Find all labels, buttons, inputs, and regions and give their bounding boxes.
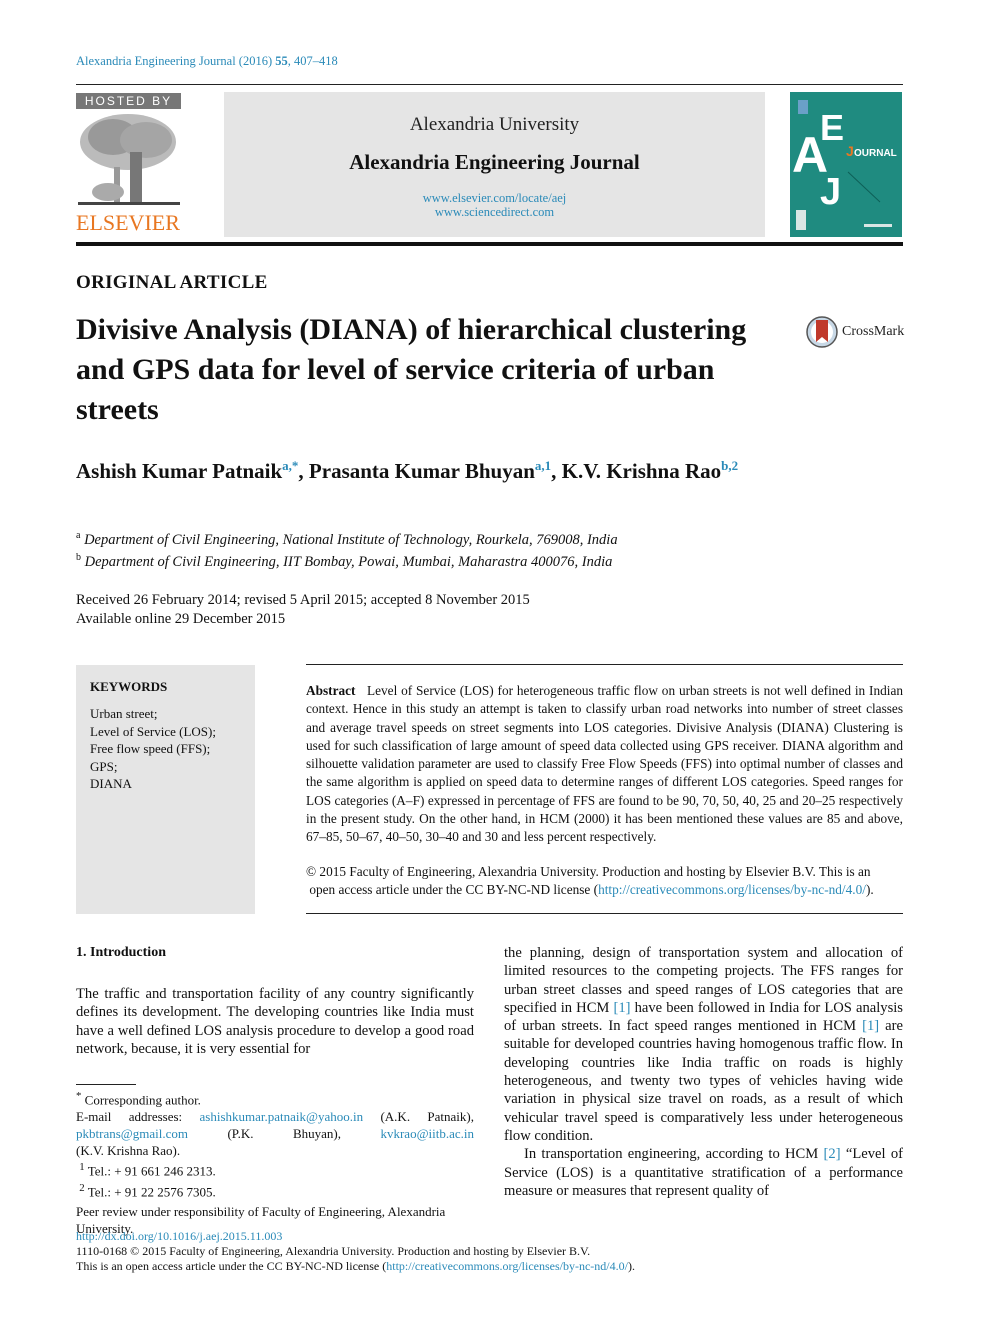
crossmark-icon [806, 316, 838, 348]
author-name[interactable]: Ashish Kumar Patnaik [76, 459, 282, 483]
email-addresses-line1: E-mail addresses: ashishkumar.patnaik@ya… [76, 1109, 474, 1125]
footer-license-link[interactable]: http://creativecommons.org/licenses/by-n… [386, 1259, 628, 1273]
section-heading-introduction: 1. Introduction [76, 945, 166, 960]
email-addresses-line2: pkbtrans@gmail.com (P.K. Bhuyan), kvkrao… [76, 1126, 475, 1142]
intro-right-column: the planning, design of transportation s… [504, 945, 903, 1199]
article-title: Divisive Analysis (DIANA) of hierarchica… [76, 313, 747, 426]
header-rule [76, 84, 903, 85]
keywords-heading: KEYWORDS [90, 679, 168, 694]
tel-note-1: 1 Tel.: + 91 661 246 2313. [79, 1161, 216, 1179]
crossmark-label: CrossMark [842, 324, 905, 339]
author-name[interactable]: K.V. Krishna Rao [562, 459, 721, 483]
available-online-date: Available online 29 December 2015 [76, 611, 286, 627]
keyword-item: Free flow speed (FFS); [90, 741, 211, 756]
journal-volume: 55 [275, 54, 288, 68]
abstract-copyright: © 2015 Faculty of Engineering, Alexandri… [306, 864, 874, 898]
page-footer: http://dx.doi.org/10.1016/j.aej.2015.11.… [76, 1229, 635, 1273]
corresponding-author-note: * Corresponding author. [76, 1090, 201, 1108]
header-thick-rule [76, 242, 903, 246]
email-addresses-line3: (K.V. Krishna Rao). [76, 1143, 181, 1159]
abstract-body: Abstract Level of Service (LOS) for hete… [306, 682, 903, 847]
author-affiliation-mark[interactable]: b,2 [721, 458, 738, 473]
citation-link[interactable]: [2] [824, 1146, 841, 1162]
footnotes: * Corresponding author. E-mail addresses… [76, 1088, 474, 1237]
citation-link[interactable]: [1] [862, 1018, 879, 1034]
author-name[interactable]: Prasanta Kumar Bhuyan [309, 459, 535, 483]
svg-text:OURNAL: OURNAL [854, 148, 897, 159]
journal-banner: Alexandria University Alexandria Enginee… [224, 92, 765, 237]
keyword-item: GPS; [90, 758, 118, 774]
issn-line: 1110-0168 © 2015 Faculty of Engineering,… [76, 1244, 591, 1258]
abstract-bottom-rule [306, 913, 903, 914]
email-link[interactable]: pkbtrans@gmail.com [76, 1126, 188, 1141]
keyword-item: Level of Service (LOS); [90, 723, 216, 739]
tel-note-2: 2 Tel.: + 91 22 2576 7305. [79, 1181, 216, 1199]
received-dates: Received 26 February 2014; revised 5 Apr… [76, 592, 530, 608]
affiliation-item: b Department of Civil Engineering, IIT B… [76, 551, 613, 570]
footnote-rule [76, 1084, 136, 1085]
article-type: ORIGINAL ARTICLE [76, 272, 268, 293]
email-link[interactable]: kvkrao@iitb.ac.in [380, 1126, 474, 1141]
keywords-box: KEYWORDS Urban street; Level of Service … [76, 665, 255, 914]
article-history: Received 26 February 2014; revised 5 Apr… [76, 591, 530, 629]
abstract-top-rule [306, 664, 903, 665]
abstract-label: Abstract [306, 683, 356, 698]
keyword-item: DIANA [90, 776, 132, 791]
email-link[interactable]: ashishkumar.patnaik@yahoo.in [200, 1109, 364, 1124]
svg-text:E: E [820, 107, 844, 148]
journal-reference[interactable]: Alexandria Engineering Journal (2016) 55… [76, 54, 338, 69]
hosted-by-label: HOSTED BY [76, 93, 181, 109]
elsevier-wordmark: ELSEVIER [76, 210, 180, 235]
author-affiliation-mark[interactable]: a,1 [535, 458, 551, 473]
keyword-item: Urban street; [90, 706, 158, 721]
author-affiliation-mark[interactable]: a,* [282, 458, 298, 473]
journal-ref-prefix: Alexandria Engineering Journal (2016) [76, 54, 276, 68]
intro-left-paragraph: The traffic and transportation facility … [76, 986, 474, 1057]
citation-link[interactable]: [1] [613, 1000, 630, 1016]
journal-pages: , 407–418 [287, 54, 338, 68]
affiliation-item: a Department of Civil Engineering, Natio… [76, 530, 618, 548]
crossmark-button[interactable]: CrossMark [806, 315, 904, 349]
doi-link[interactable]: http://dx.doi.org/10.1016/j.aej.2015.11.… [76, 1229, 282, 1243]
affiliations: a Department of Civil Engineering, Natio… [76, 527, 618, 571]
abstract-text: Level of Service (LOS) for heterogeneous… [306, 683, 903, 845]
elsevier-locate-link[interactable]: www.elsevier.com/locate/aej [423, 191, 567, 205]
svg-text:J: J [820, 171, 841, 213]
keywords-list: Urban street; Level of Service (LOS); Fr… [90, 705, 216, 793]
author-list: Ashish Kumar Patnaika,*, Prasanta Kumar … [76, 458, 739, 483]
university-name: Alexandria University [409, 114, 580, 135]
sciencedirect-link[interactable]: www.sciencedirect.com [435, 205, 554, 219]
svg-text:J: J [846, 143, 854, 159]
license-link[interactable]: http://creativecommons.org/licenses/by-n… [598, 882, 866, 897]
journal-cover-image[interactable]: A E J J OURNAL [790, 92, 902, 237]
elsevier-tree-logo-icon [78, 112, 180, 210]
journal-title: Alexandria Engineering Journal [349, 150, 640, 174]
